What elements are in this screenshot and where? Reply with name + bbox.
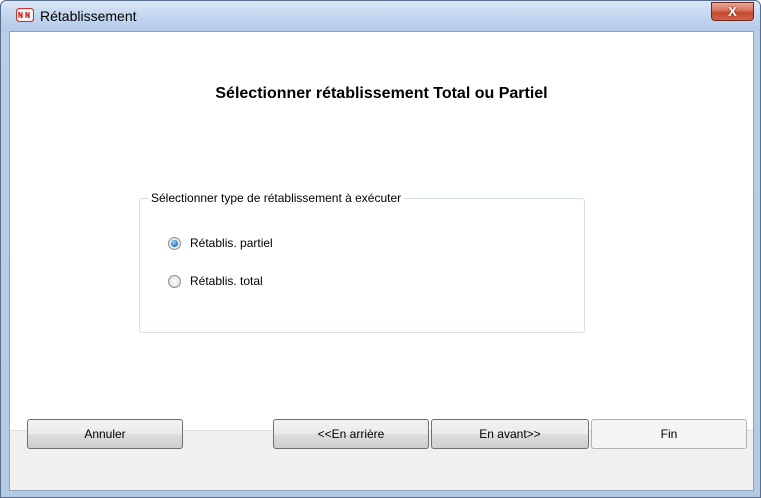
radio-label-partial: Rétablis. partiel <box>190 236 273 250</box>
next-button[interactable]: En avant>> <box>431 419 589 449</box>
window-title: Rétablissement <box>40 8 137 24</box>
radio-partial-restore[interactable]: Rétablis. partiel <box>168 235 273 251</box>
close-button[interactable]: X <box>711 2 754 21</box>
nn-logo-icon <box>16 8 34 22</box>
radio-button-unchecked[interactable] <box>168 274 181 288</box>
finish-button[interactable]: Fin <box>591 419 747 449</box>
restore-window: Rétablissement X Sélectionner rétablisse… <box>0 0 761 498</box>
group-legend: Sélectionner type de rétablissement à ex… <box>148 190 405 206</box>
page-title: Sélectionner rétablissement Total ou Par… <box>215 85 548 102</box>
title-bar[interactable]: Rétablissement X <box>1 1 760 31</box>
radio-total-restore[interactable]: Rétablis. total <box>168 273 263 289</box>
back-button[interactable]: <<En arrière <box>273 419 429 449</box>
radio-label-total: Rétablis. total <box>190 274 263 288</box>
radio-button-checked[interactable] <box>168 236 181 250</box>
close-icon: X <box>728 4 737 19</box>
restore-type-group: Sélectionner type de rétablissement à ex… <box>139 190 585 333</box>
cancel-button[interactable]: Annuler <box>27 419 183 449</box>
